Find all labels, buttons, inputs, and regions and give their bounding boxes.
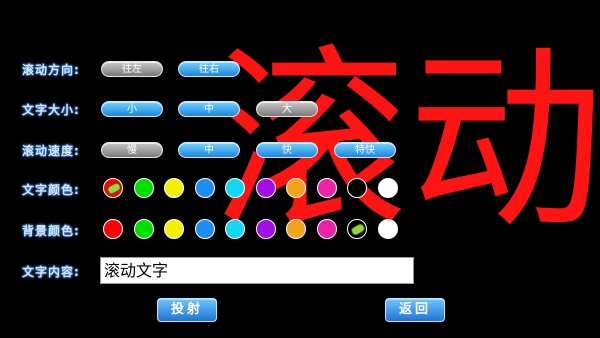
content-input[interactable]: 滚动文字: [100, 257, 414, 284]
bg-color-swatch[interactable]: [286, 219, 306, 239]
text-color-swatch[interactable]: [164, 178, 184, 198]
text-color-swatch[interactable]: [133, 178, 154, 198]
bg-color-swatch[interactable]: [133, 219, 154, 239]
text-color-swatch[interactable]: [377, 178, 398, 198]
back-button[interactable]: 返回: [385, 298, 445, 322]
direction-left-button[interactable]: 往左: [101, 61, 163, 77]
selected-check-icon: [105, 181, 123, 196]
speed-label: 滚动速度:: [22, 144, 80, 158]
bg-color-swatch[interactable]: [103, 219, 123, 239]
direction-right-button[interactable]: 往右: [178, 61, 240, 77]
size-small-button[interactable]: 小: [101, 101, 163, 117]
bg-color-swatch[interactable]: [164, 219, 184, 239]
bg-color-swatch[interactable]: [377, 219, 398, 239]
size-large-button[interactable]: 大: [256, 101, 318, 117]
bg-color-swatch[interactable]: [316, 219, 337, 239]
bg-color-swatch[interactable]: [225, 219, 245, 239]
bg-color-label: 背景颜色:: [22, 224, 80, 238]
direction-label: 滚动方向:: [22, 63, 80, 77]
speed-medium-button[interactable]: 中: [178, 142, 240, 158]
text-color-swatch[interactable]: [194, 178, 215, 198]
text-color-swatch[interactable]: [255, 178, 276, 198]
settings-panel: 滚动方向: 往左 往右 文字大小: 小 中 大 滚动速度: 慢 中 快 特快 文…: [0, 0, 600, 338]
text-color-swatch[interactable]: [316, 178, 337, 198]
selected-check-icon: [349, 222, 367, 237]
bg-color-swatch[interactable]: [255, 219, 276, 239]
text-color-swatch[interactable]: [225, 178, 245, 198]
text-color-label: 文字颜色:: [22, 183, 80, 197]
size-medium-button[interactable]: 中: [178, 101, 240, 117]
speed-slow-button[interactable]: 慢: [101, 142, 163, 158]
speed-fast-button[interactable]: 快: [256, 142, 318, 158]
submit-button[interactable]: 投射: [157, 298, 217, 322]
bg-color-swatch[interactable]: [194, 219, 215, 239]
speed-very-fast-button[interactable]: 特快: [334, 142, 396, 158]
bg-color-swatch[interactable]: [347, 219, 367, 239]
text-color-swatch[interactable]: [103, 178, 123, 198]
size-label: 文字大小:: [22, 103, 80, 117]
content-label: 文字内容:: [22, 265, 80, 279]
text-color-swatch[interactable]: [347, 178, 367, 198]
text-color-swatch[interactable]: [286, 178, 306, 198]
